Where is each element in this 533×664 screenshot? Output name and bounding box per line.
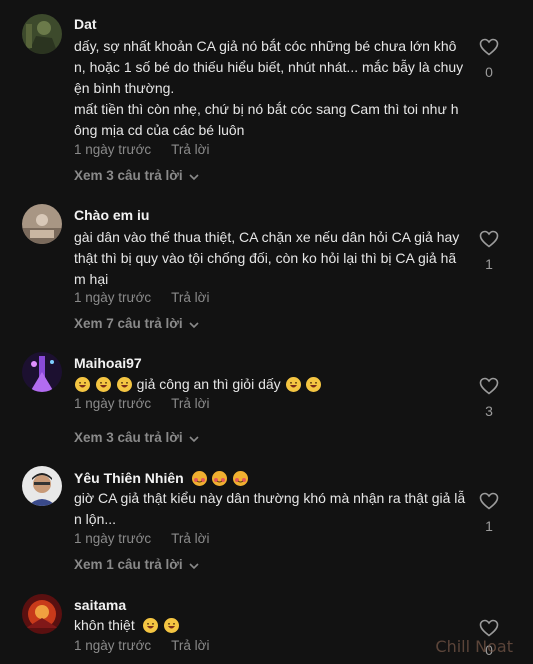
comment-time: 1 ngày trước <box>74 396 152 411</box>
view-replies-button[interactable]: Xem 7 câu trả lời <box>74 316 199 332</box>
avatar[interactable] <box>22 352 62 392</box>
heart-outline-icon[interactable] <box>477 38 501 61</box>
comment-text-line: mất tiền thì còn nhẹ, chứ bị nó bắt cóc … <box>74 101 459 138</box>
hugging-emoji-icon <box>191 471 207 486</box>
avatar[interactable] <box>22 594 62 634</box>
grinning-emoji-icon <box>306 377 322 392</box>
comment-username[interactable]: Chào em iu <box>74 207 149 223</box>
like-control: 1 <box>477 230 501 272</box>
grinning-emoji-icon <box>163 618 179 633</box>
reply-button[interactable]: Trả lời <box>171 396 209 411</box>
reply-button[interactable]: Trả lời <box>171 290 209 305</box>
heart-outline-icon[interactable] <box>477 492 501 515</box>
chevron-down-icon <box>189 317 199 332</box>
comment-time: 1 ngày trước <box>74 290 152 305</box>
grinning-emoji-icon <box>75 377 90 392</box>
like-control: 3 <box>477 377 501 419</box>
avatar[interactable] <box>22 204 62 244</box>
username-text: Yêu Thiên Nhiên <box>74 470 184 486</box>
reply-button[interactable]: Trả lời <box>171 531 209 546</box>
comment-meta: 1 ngày trước Trả lời <box>74 290 210 305</box>
comment-text-line: giờ CA giả thật kiểu này dân thường khó … <box>74 490 466 527</box>
chevron-down-icon <box>189 558 199 573</box>
like-count: 0 <box>485 64 493 80</box>
view-replies-button[interactable]: Xem 3 câu trả lời <box>74 430 199 446</box>
hugging-emoji-icon <box>233 471 249 486</box>
comment-text: giờ CA giả thật kiểu này dân thường khó … <box>74 488 466 530</box>
grinning-emoji-icon <box>116 377 132 392</box>
avatar[interactable] <box>22 14 62 54</box>
comment-text-line: gài dân vào thế thua thiệt, CA chặn xe n… <box>74 229 460 287</box>
view-replies-button[interactable]: Xem 3 câu trả lời <box>74 168 199 184</box>
comment-meta: 1 ngày trước Trả lời <box>74 638 210 653</box>
grinning-emoji-icon <box>95 377 111 392</box>
like-control: 0 <box>477 38 501 80</box>
comment-time: 1 ngày trước <box>74 638 152 653</box>
heart-outline-icon[interactable] <box>477 230 501 253</box>
like-count: 1 <box>485 256 493 272</box>
comment-username[interactable]: saitama <box>74 597 126 613</box>
view-replies-label: Xem 3 câu trả lời <box>74 430 183 445</box>
comment-text: khôn thiệt <box>74 615 466 636</box>
comment-meta: 1 ngày trước Trả lời <box>74 531 210 546</box>
comment-text-line: giả công an thì giỏi dấy <box>136 376 281 392</box>
chevron-down-icon <box>189 169 199 184</box>
comment-meta: 1 ngày trước Trả lời <box>74 396 210 411</box>
like-control: 1 <box>477 492 501 534</box>
view-replies-button[interactable]: Xem 1 câu trả lời <box>74 557 199 573</box>
grinning-emoji-icon <box>285 377 301 392</box>
chevron-down-icon <box>189 431 199 446</box>
comment-text: gài dân vào thế thua thiệt, CA chặn xe n… <box>74 227 466 290</box>
like-count: 1 <box>485 518 493 534</box>
reply-button[interactable]: Trả lời <box>171 142 209 157</box>
view-replies-label: Xem 1 câu trả lời <box>74 557 183 572</box>
watermark: Chill Noat <box>435 637 513 656</box>
heart-outline-icon[interactable] <box>477 377 501 400</box>
grinning-emoji-icon <box>142 618 158 633</box>
comment-username[interactable]: Yêu Thiên Nhiên <box>74 470 249 486</box>
comment-time: 1 ngày trước <box>74 531 152 546</box>
comment-text-line: dấy, sợ nhất khoản CA giả nó bắt cóc nhữ… <box>74 38 464 96</box>
comment-time: 1 ngày trước <box>74 142 152 157</box>
like-count: 3 <box>485 403 493 419</box>
view-replies-label: Xem 3 câu trả lời <box>74 168 183 183</box>
hugging-emoji-icon <box>212 471 228 486</box>
comment-username[interactable]: Maihoai97 <box>74 355 142 371</box>
view-replies-label: Xem 7 câu trả lời <box>74 316 183 331</box>
comment-text-line: khôn thiệt <box>74 617 135 633</box>
comment-text: giả công an thì giỏi dấy <box>74 374 466 395</box>
comment-text: dấy, sợ nhất khoản CA giả nó bắt cóc nhữ… <box>74 36 466 141</box>
comment-username[interactable]: Dat <box>74 16 97 32</box>
reply-button[interactable]: Trả lời <box>171 638 209 653</box>
comment-meta: 1 ngày trước Trả lời <box>74 142 210 157</box>
avatar[interactable] <box>22 466 62 506</box>
